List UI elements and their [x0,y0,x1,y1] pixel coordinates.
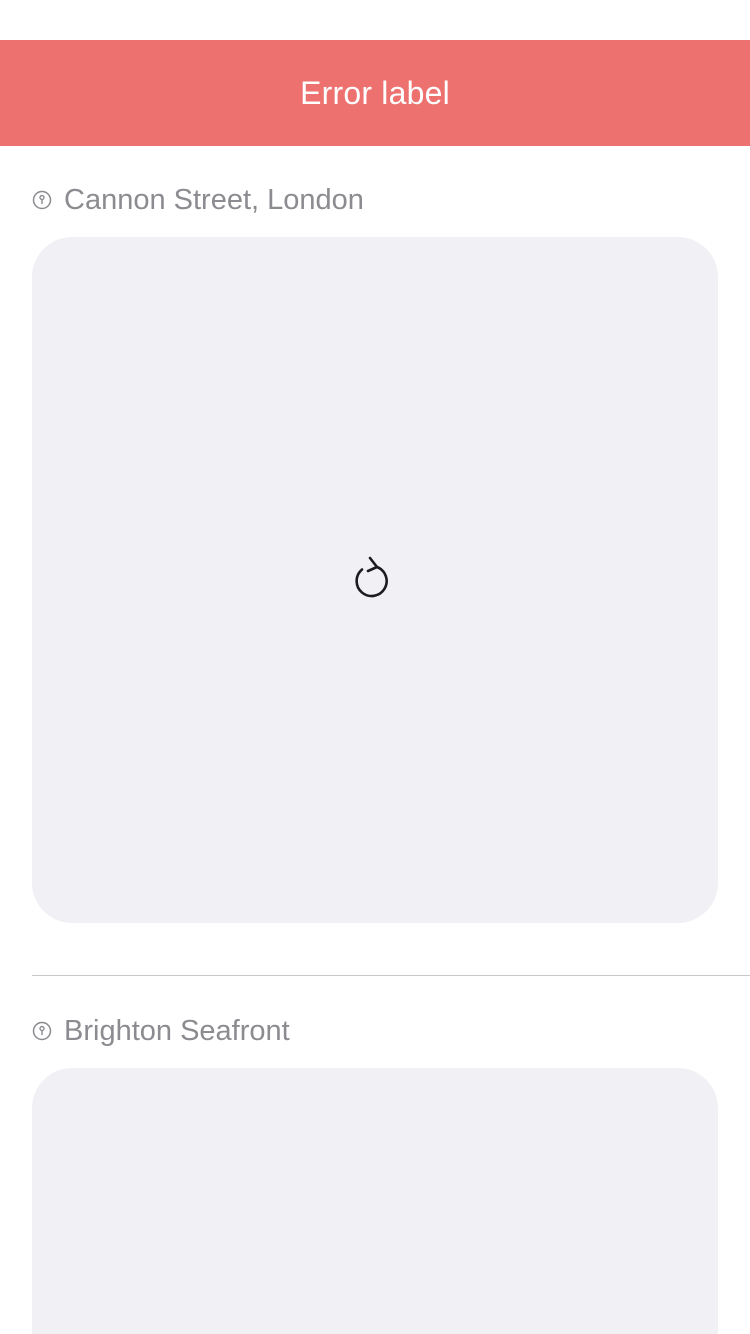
section-divider [32,975,750,976]
location-card[interactable] [32,237,718,923]
error-label: Error label [300,75,450,111]
location-header: Cannon Street, London [32,182,364,218]
location-title: Brighton Seafront [64,1014,290,1047]
reload-icon[interactable] [350,555,390,599]
location-pin-icon [32,190,52,210]
location-header: Brighton Seafront [32,1013,290,1049]
location-pin-icon [32,1021,52,1041]
error-banner[interactable]: Error label [0,40,750,146]
location-card[interactable] [32,1068,718,1334]
location-title: Cannon Street, London [64,183,364,216]
